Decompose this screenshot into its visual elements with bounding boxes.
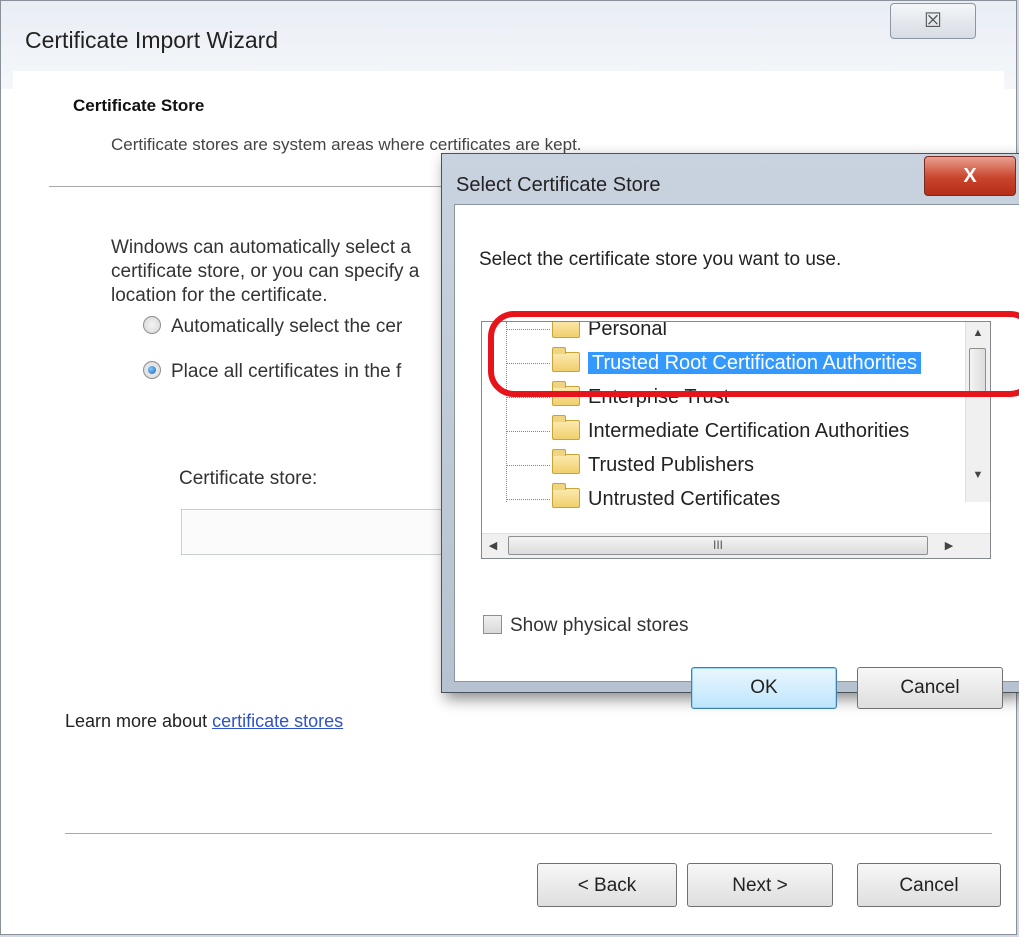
wizard-close-button[interactable]: ☒ [890,3,976,39]
tree-item-intermediate[interactable]: Intermediate Certification Authorities [482,414,909,448]
wizard-cancel-button[interactable]: Cancel [857,863,1001,907]
select-certificate-store-dialog: Select Certificate Store X Select the ce… [441,153,1019,709]
footer-divider [65,833,992,834]
radio-unchecked-icon [143,316,161,334]
horizontal-scroll-thumb[interactable]: III [508,536,928,555]
folder-icon [552,322,580,338]
scroll-up-icon[interactable]: ▲ [966,322,990,344]
learn-more-prefix: Learn more about [65,711,213,731]
folder-icon [552,381,580,406]
certificate-store-label: Certificate store: [179,468,318,489]
radio-place-all[interactable]: Place all certificates in the f [143,361,401,383]
tree-item-trusted-publishers[interactable]: Trusted Publishers [482,448,754,482]
next-button[interactable]: Next > [687,863,833,907]
scroll-down-icon[interactable]: ▼ [966,464,990,486]
intro-text: Windows can automatically select a certi… [111,237,420,306]
tree-item-personal[interactable]: Personal [482,322,667,346]
section-description: Certificate stores are system areas wher… [111,135,582,154]
ok-button[interactable]: OK [691,667,837,709]
folder-icon [552,415,580,440]
certificate-store-field[interactable] [181,509,483,555]
radio-auto-label: Automatically select the cer [171,316,403,337]
tree-item-enterprise-trust[interactable]: Enterprise Trust [482,380,729,414]
tree-item-untrusted[interactable]: Untrusted Certificates [482,482,780,516]
show-physical-label: Show physical stores [510,615,689,636]
store-tree[interactable]: Personal Trusted Root Certification Auth… [481,321,991,559]
dialog-client-area: Select the certificate store you want to… [454,204,1019,709]
dialog-cancel-button[interactable]: Cancel [857,667,1003,709]
radio-checked-icon [143,361,161,379]
folder-icon [552,483,580,508]
vertical-scroll-thumb[interactable] [969,348,986,396]
radio-auto-select[interactable]: Automatically select the cer [143,316,402,338]
dialog-close-button[interactable]: X [924,156,1016,196]
certificate-stores-link[interactable]: certificate stores [212,711,343,731]
horizontal-scrollbar[interactable]: ◀ III ▶ [482,533,990,558]
dialog-prompt: Select the certificate store you want to… [479,249,842,270]
folder-icon [552,449,580,474]
folder-icon [552,347,580,372]
radio-place-label: Place all certificates in the f [171,361,402,382]
dialog-title: Select Certificate Store [456,174,661,196]
vertical-scrollbar[interactable]: ▲ ▼ [965,322,990,502]
show-physical-stores-checkbox[interactable]: Show physical stores [483,615,688,637]
checkbox-unchecked-icon [483,615,502,634]
learn-more-text: Learn more about certificate stores [65,711,343,732]
scroll-right-icon[interactable]: ▶ [938,534,960,558]
wizard-title: Certificate Import Wizard [25,27,279,53]
back-button[interactable]: < Back [537,863,677,907]
section-title: Certificate Store [73,96,205,115]
scroll-left-icon[interactable]: ◀ [482,534,504,558]
tree-item-trusted-root[interactable]: Trusted Root Certification Authorities [482,346,921,380]
